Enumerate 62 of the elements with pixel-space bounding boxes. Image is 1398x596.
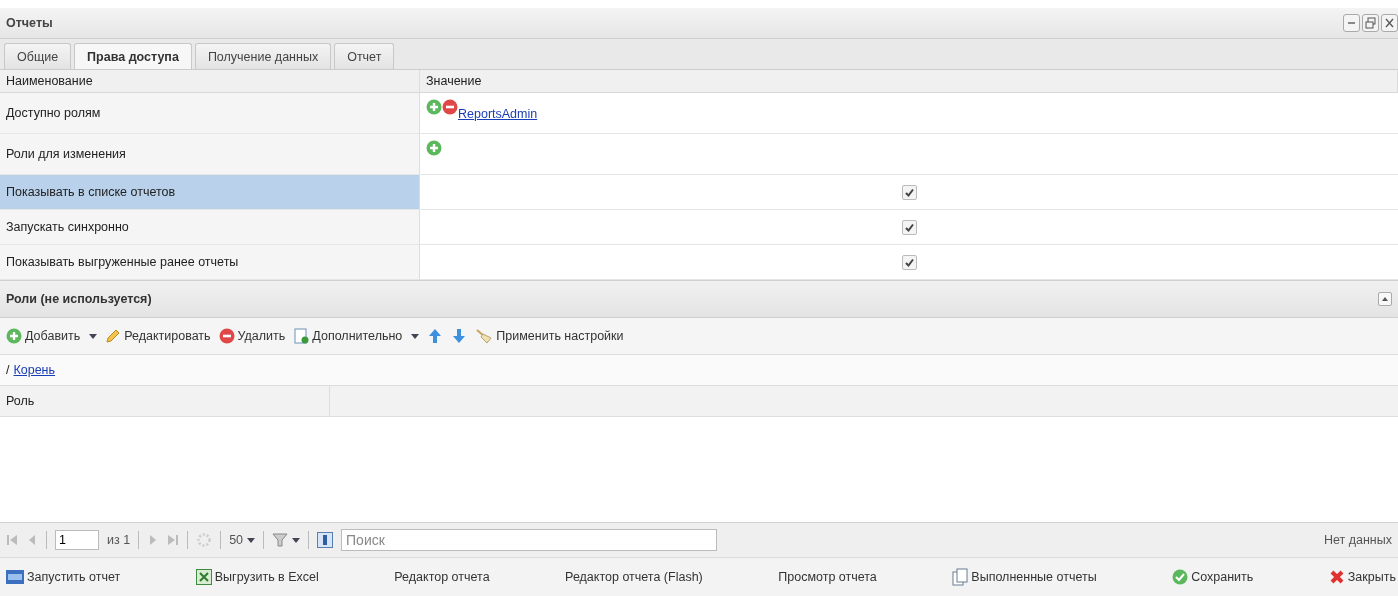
- page-size[interactable]: 50: [229, 533, 244, 547]
- document-add-icon: [293, 328, 310, 344]
- caret-icon[interactable]: [89, 333, 98, 339]
- arrow-up-button[interactable]: [427, 328, 444, 344]
- panel-title: Роли (не используется): [6, 292, 152, 306]
- footer-button[interactable]: Закрыть: [1328, 569, 1396, 585]
- checkbox[interactable]: [901, 184, 917, 200]
- remove-icon[interactable]: [442, 99, 458, 115]
- checkbox[interactable]: [901, 254, 917, 270]
- minimize-button[interactable]: [1343, 14, 1360, 32]
- property-name[interactable]: Показывать выгруженные ранее отчеты: [0, 245, 420, 280]
- footer-button[interactable]: Запустить отчет: [6, 570, 121, 584]
- footer-button[interactable]: Редактор отчета (Flash): [565, 570, 703, 584]
- close-button[interactable]: [1381, 14, 1398, 32]
- property-name[interactable]: Запускать синхронно: [0, 210, 420, 245]
- property-name[interactable]: Показывать в списке отчетов: [0, 175, 420, 210]
- search-field[interactable]: Поиск: [341, 529, 718, 551]
- html-icon: [6, 570, 24, 584]
- check-icon: [1172, 569, 1189, 585]
- footer-button[interactable]: Просмотр отчета: [778, 570, 877, 584]
- breadcrumb-link[interactable]: Корень: [13, 363, 56, 377]
- broom-icon: [475, 328, 494, 344]
- documents-icon: [952, 568, 969, 586]
- toolbar-button[interactable]: Редактировать: [105, 328, 211, 344]
- property-name[interactable]: Роли для изменения: [0, 134, 420, 175]
- caret-icon[interactable]: [411, 333, 420, 339]
- page-field[interactable]: 1: [55, 530, 99, 550]
- window-title: Отчеты: [6, 16, 53, 30]
- spreadsheet-icon: [195, 569, 212, 585]
- column-header: Значение: [420, 70, 1398, 93]
- add-icon[interactable]: [426, 99, 442, 115]
- tab[interactable]: Получение данных: [194, 43, 332, 69]
- add-icon[interactable]: [6, 328, 22, 344]
- column-header: Роль: [0, 386, 330, 416]
- close-icon: [1328, 569, 1345, 585]
- role-link[interactable]: ReportsAdmin: [458, 107, 538, 121]
- toolbar-button[interactable]: Дополнительно: [293, 328, 420, 344]
- tab[interactable]: Отчет: [334, 43, 395, 69]
- status-text: Нет данных: [1323, 533, 1392, 547]
- toolbar-button[interactable]: Удалить: [218, 328, 286, 344]
- footer-button[interactable]: Выгрузить в Excel: [195, 569, 319, 585]
- collapse-button[interactable]: [1378, 292, 1392, 306]
- remove-icon[interactable]: [218, 328, 235, 344]
- columns-icon[interactable]: [317, 532, 334, 548]
- toolbar-button[interactable]: Добавить: [6, 328, 98, 344]
- tab[interactable]: Права доступа: [74, 43, 192, 69]
- breadcrumb-separator: /: [6, 363, 10, 377]
- tab[interactable]: Общие: [4, 43, 72, 69]
- pencil-icon: [105, 328, 122, 344]
- caret-icon[interactable]: [247, 537, 256, 543]
- footer-button[interactable]: Сохранить: [1172, 569, 1254, 585]
- add-icon[interactable]: [426, 140, 442, 156]
- footer-button[interactable]: Редактор отчета: [394, 570, 490, 584]
- property-name[interactable]: Доступно ролям: [0, 93, 420, 134]
- column-header: Наименование: [0, 70, 420, 93]
- footer-button[interactable]: Выполненные отчеты: [952, 568, 1097, 586]
- toolbar-button[interactable]: Применить настройки: [475, 328, 624, 344]
- restore-button[interactable]: [1362, 14, 1379, 32]
- caret-icon[interactable]: [292, 537, 301, 543]
- arrow-down-button[interactable]: [451, 328, 468, 344]
- page-count: из 1: [107, 533, 131, 547]
- checkbox[interactable]: [901, 219, 917, 235]
